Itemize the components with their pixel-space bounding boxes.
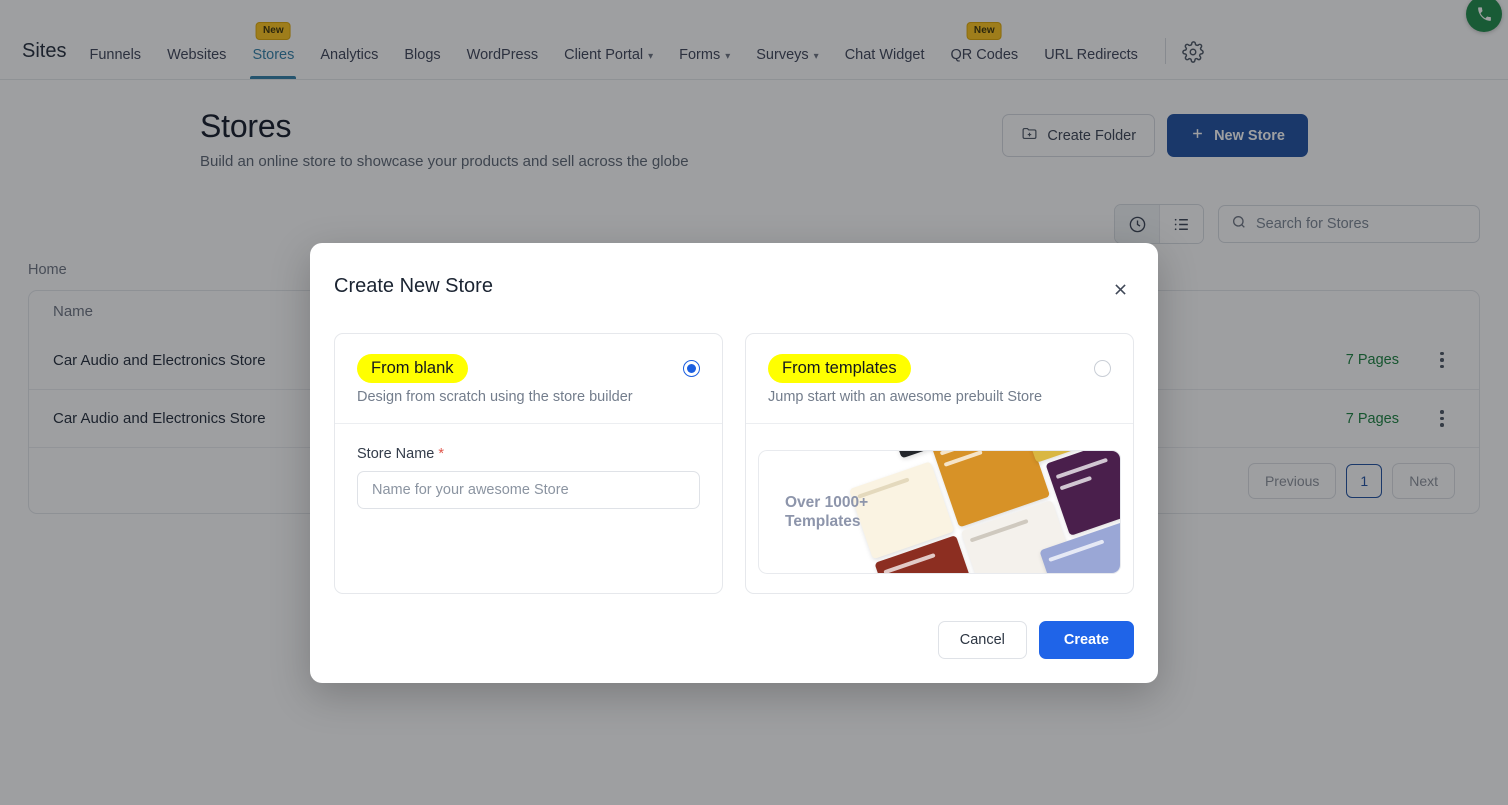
option-card-from-blank[interactable]: From blank Design from scratch using the… (334, 333, 723, 594)
option-from-templates-header: From templates Jump start with an awesom… (746, 334, 1133, 423)
option-from-blank-description: Design from scratch using the store buil… (357, 388, 633, 405)
create-button[interactable]: Create (1038, 621, 1134, 659)
store-name-label-text: Store Name (357, 445, 435, 462)
option-from-templates-description: Jump start with an awesome prebuilt Stor… (768, 388, 1043, 405)
templates-promo-wrap: Over 1000+ Templates (746, 424, 1133, 593)
option-from-blank-header: From blank Design from scratch using the… (335, 334, 722, 423)
store-creation-options: From blank Design from scratch using the… (334, 333, 1134, 594)
required-asterisk: * (438, 445, 445, 462)
store-name-input[interactable] (357, 470, 700, 509)
app-root: Sites Funnels Websites New Stores Analytics B… (0, 0, 1508, 805)
create-new-store-modal: Create New Store From blank Design from … (310, 243, 1158, 683)
option-from-blank-label: From blank (357, 354, 468, 383)
option-card-from-templates[interactable]: From templates Jump start with an awesom… (745, 333, 1134, 594)
templates-collage-image (841, 450, 1120, 573)
modal-header: Create New Store (334, 267, 1134, 303)
option-from-templates-label: From templates (768, 354, 911, 383)
cancel-button[interactable]: Cancel (937, 621, 1027, 659)
close-icon[interactable] (1106, 275, 1134, 303)
templates-promo: Over 1000+ Templates (758, 449, 1121, 574)
radio-from-templates[interactable] (1094, 360, 1111, 377)
radio-from-blank[interactable] (683, 360, 700, 377)
modal-footer: Cancel Create (334, 599, 1134, 683)
store-name-label: Store Name * (357, 446, 700, 462)
templates-promo-text: Over 1000+ Templates (785, 493, 869, 530)
store-name-field-wrap: Store Name * (335, 424, 722, 593)
modal-title: Create New Store (334, 275, 493, 297)
